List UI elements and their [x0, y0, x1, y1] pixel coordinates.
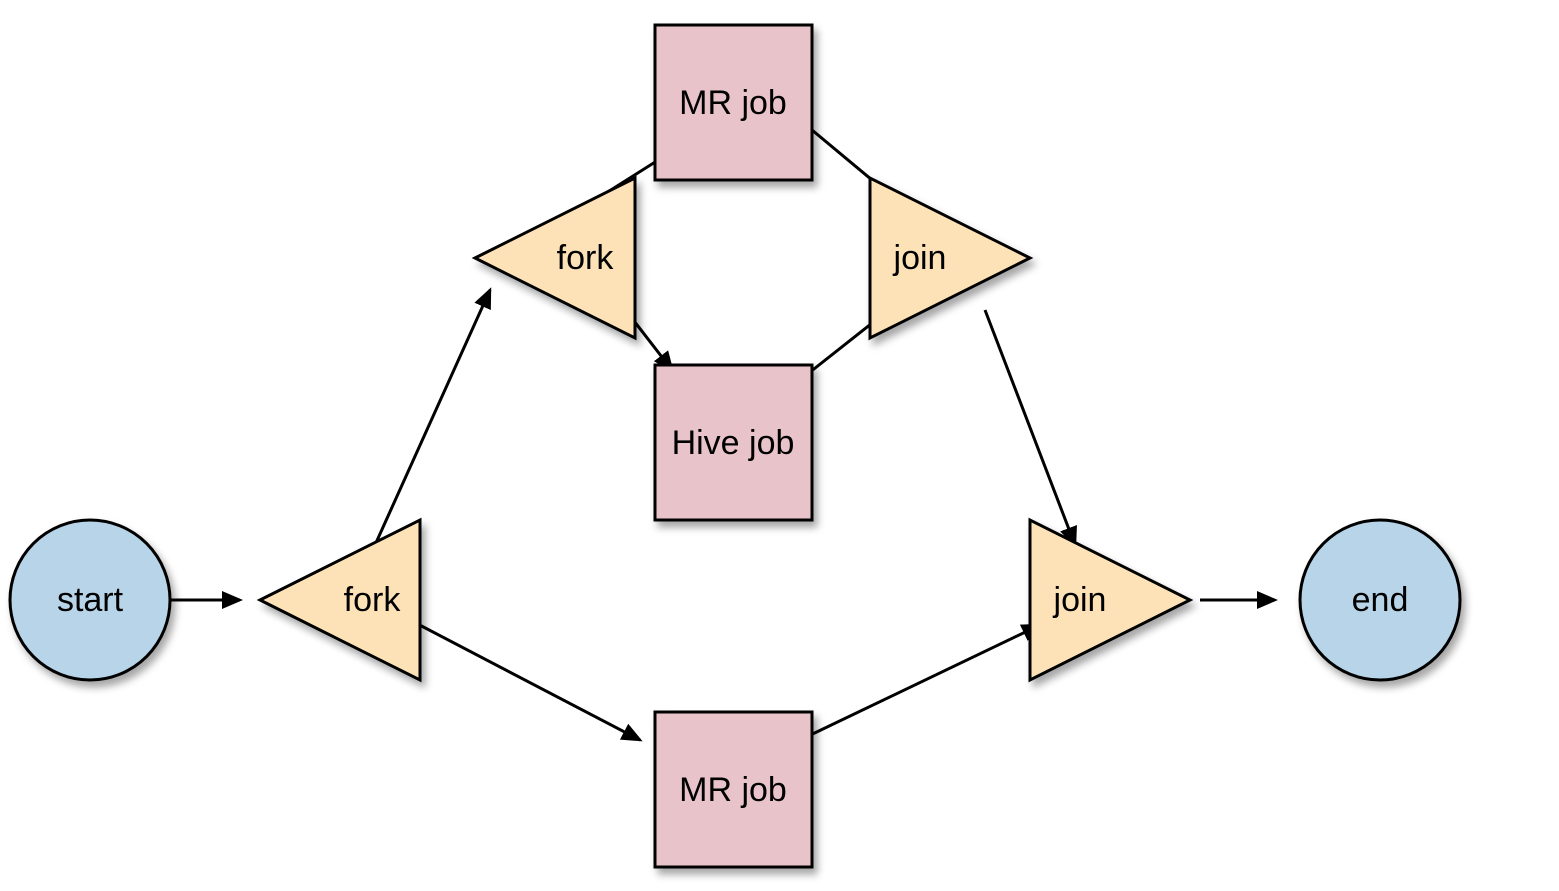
edge-mrjob2-join2 — [800, 625, 1040, 740]
start-label: start — [57, 581, 124, 619]
join1-label: join — [893, 239, 947, 277]
workflow-diagram: start end fork fork join join MR job Hiv… — [0, 0, 1559, 891]
fork1-label: fork — [344, 581, 402, 619]
join2-label: join — [1053, 581, 1107, 619]
mrjob2-label: MR job — [679, 771, 787, 809]
edge-fork1-mrjob2 — [410, 620, 640, 740]
fork2-label: fork — [557, 239, 615, 277]
edge-fork1-fork2 — [375, 290, 490, 545]
end-label: end — [1352, 581, 1409, 619]
mrjob1-label: MR job — [679, 84, 787, 122]
hivejob-label: Hive job — [672, 424, 795, 462]
edge-join1-join2 — [985, 310, 1075, 545]
